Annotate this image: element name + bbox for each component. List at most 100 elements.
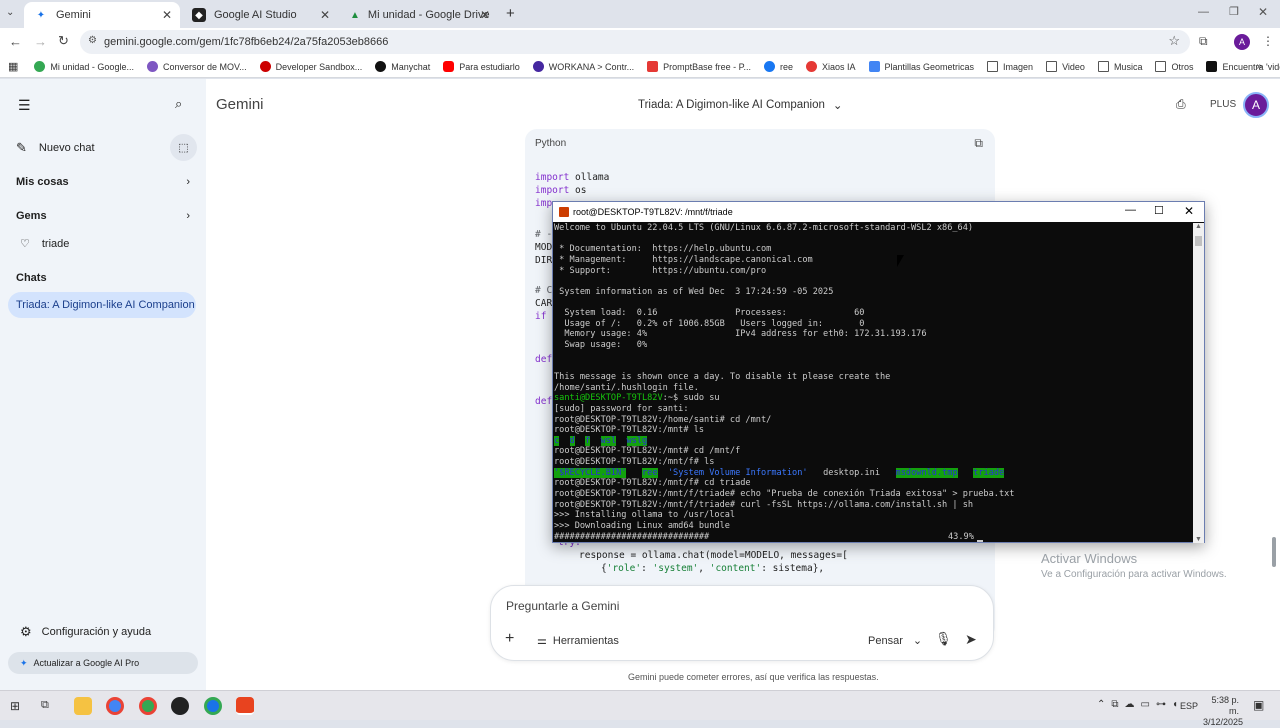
hamburger-menu-icon[interactable]: ☰ bbox=[18, 97, 31, 114]
menu-icon[interactable]: ⋮ bbox=[1262, 34, 1274, 48]
bookmarks-bar: ▦ Mi unidad - Google... Conversor de MOV… bbox=[0, 56, 1280, 78]
converter-icon bbox=[146, 61, 158, 72]
bookmark-item[interactable]: WORKANA > Contr... bbox=[532, 61, 634, 72]
bookmark-item[interactable]: Encuentra 'videos te... bbox=[1206, 61, 1280, 72]
scroll-thumb[interactable] bbox=[1195, 236, 1202, 246]
bookmark-folder[interactable]: Musica bbox=[1097, 61, 1142, 72]
terminal-scrollbar[interactable]: ▲ ▼ bbox=[1193, 223, 1204, 543]
terminal-output[interactable]: Welcome to Ubuntu 22.04.5 LTS (GNU/Linux… bbox=[553, 223, 1194, 543]
close-icon[interactable]: ✕ bbox=[1184, 204, 1194, 218]
tools-button[interactable]: ⚌ Herramientas bbox=[537, 634, 619, 648]
add-attachment-button[interactable]: + bbox=[505, 630, 514, 648]
chrome-profile-icon[interactable] bbox=[139, 697, 157, 715]
close-window-button[interactable]: ✕ bbox=[1258, 5, 1268, 19]
bookmark-folder[interactable]: Imagen bbox=[987, 61, 1033, 72]
progress-percent: 43.9% bbox=[948, 531, 974, 542]
minimize-window-button[interactable]: — bbox=[1198, 6, 1209, 18]
my-stuff-item[interactable]: Mis cosas › bbox=[16, 176, 190, 188]
back-icon[interactable]: ← bbox=[9, 34, 22, 49]
conversation-title-dropdown[interactable]: Triada: A Digimon-like AI Companion ⌄ bbox=[638, 98, 843, 112]
tray-icons[interactable]: ⌃⧉☁▭⊶◖ bbox=[1097, 699, 1184, 710]
task-view-icon[interactable]: ⧉ bbox=[41, 699, 49, 712]
clock[interactable]: 5:38 p. m. 3/12/2025 bbox=[1203, 695, 1243, 728]
bookmark-star-icon[interactable]: ☆ bbox=[1168, 33, 1180, 49]
terminal-app-icon[interactable] bbox=[236, 697, 254, 715]
bookmark-item[interactable]: Manychat bbox=[375, 61, 430, 72]
tab-drive[interactable]: ▲ Mi unidad - Google Drive ✕ bbox=[340, 2, 498, 28]
forward-icon[interactable]: → bbox=[34, 34, 47, 49]
facebook-icon bbox=[763, 61, 775, 72]
microphone-icon[interactable]: 🎙 bbox=[935, 631, 952, 647]
ls-dir: '$RECYCLE.BIN' bbox=[554, 467, 627, 478]
bookmark-item[interactable]: PromptBase free - P... bbox=[647, 61, 751, 72]
upgrade-button[interactable]: ✦ Actualizar a Google AI Pro bbox=[8, 652, 198, 674]
scroll-up-icon[interactable]: ▲ bbox=[1193, 223, 1204, 230]
restore-window-button[interactable]: ❐ bbox=[1229, 5, 1239, 18]
bookmark-label: Xiaos IA bbox=[821, 61, 856, 72]
terminal-line: root@DESKTOP-T9TL82V:/mnt/f/triade# curl… bbox=[554, 499, 974, 510]
close-icon[interactable]: ✕ bbox=[320, 8, 330, 22]
maximize-icon[interactable]: ☐ bbox=[1154, 204, 1164, 217]
terminal-line: This message is shown once a day. To dis… bbox=[554, 371, 891, 382]
bookmark-item[interactable]: Xiaos IA bbox=[805, 61, 856, 72]
minimize-icon[interactable]: — bbox=[1125, 204, 1136, 216]
github-icon[interactable] bbox=[171, 697, 189, 715]
print-icon[interactable]: ⎙ bbox=[1176, 97, 1186, 112]
bookmark-item[interactable]: Plantillas Geometricas bbox=[868, 61, 974, 72]
close-icon[interactable]: ✕ bbox=[480, 8, 490, 22]
search-icon[interactable]: ⌕ bbox=[175, 96, 182, 112]
site-info-icon[interactable]: ⚙ bbox=[88, 35, 97, 46]
ls-dir: d bbox=[569, 435, 575, 446]
settings-help-item[interactable]: ⚙ Configuración y ayuda bbox=[20, 624, 151, 640]
scroll-down-icon[interactable]: ▼ bbox=[1193, 536, 1204, 543]
terminal-window[interactable]: root@DESKTOP-T9TL82V: /mnt/f/triade — ☐ … bbox=[552, 201, 1205, 543]
app-title: Gemini bbox=[216, 96, 264, 113]
language-indicator[interactable]: ESP bbox=[1180, 701, 1198, 711]
notifications-icon[interactable]: ▣ bbox=[1253, 698, 1264, 712]
windows-start-icon[interactable]: ⊞ bbox=[10, 699, 20, 713]
bookmark-item[interactable]: Para estudiarlo bbox=[443, 61, 520, 72]
prompt-input[interactable]: Preguntarle a Gemini bbox=[506, 599, 976, 617]
more-bookmarks-icon[interactable]: » bbox=[1256, 61, 1262, 72]
url-input[interactable]: ⚙ gemini.google.com/gem/1fc78fb6eb24/2a7… bbox=[80, 30, 1190, 54]
reload-icon[interactable]: ↻ bbox=[58, 33, 69, 49]
temp-chat-icon[interactable]: ⬚ bbox=[170, 134, 197, 161]
code-line: import ollama bbox=[535, 172, 610, 183]
apps-icon[interactable]: ▦ bbox=[8, 60, 18, 73]
mode-dropdown[interactable]: Pensar ⌄ bbox=[868, 634, 922, 648]
xiaos-icon bbox=[805, 61, 817, 72]
file-explorer-icon[interactable] bbox=[74, 697, 92, 715]
terminal-line: root@DESKTOP-T9TL82V:/mnt/f# ls bbox=[554, 457, 715, 468]
bookmark-folder[interactable]: Otros bbox=[1155, 61, 1193, 72]
chrome-icon[interactable] bbox=[106, 697, 124, 715]
bookmark-item[interactable]: ree bbox=[763, 61, 793, 72]
bookmark-item[interactable]: Mi unidad - Google... bbox=[34, 61, 134, 72]
close-icon[interactable]: ✕ bbox=[162, 8, 172, 22]
tab-ai-studio[interactable]: ◆ Google AI Studio ✕ bbox=[182, 2, 338, 28]
chats-heading: Chats bbox=[16, 272, 47, 284]
page-scrollbar[interactable] bbox=[1272, 537, 1276, 567]
tab-search-button[interactable]: ⌄ bbox=[6, 7, 14, 18]
taskbar: ⊞ ⧉ ⌃⧉☁▭⊶◖ ESP 5:38 p. m. 3/12/2025 ▣ bbox=[0, 690, 1280, 727]
ls-dir: wsl bbox=[600, 435, 617, 446]
extensions-icon[interactable]: ⧉ bbox=[1199, 34, 1208, 49]
manychat-icon bbox=[375, 61, 387, 72]
user-avatar[interactable]: A bbox=[1243, 92, 1269, 118]
bookmark-item[interactable]: Developer Sandbox... bbox=[259, 61, 362, 72]
bookmark-item[interactable]: Conversor de MOV... bbox=[146, 61, 247, 72]
tab-gemini[interactable]: ✦ Gemini ✕ bbox=[24, 2, 180, 28]
chrome-alt-icon[interactable] bbox=[204, 697, 222, 715]
bookmark-folder[interactable]: Video bbox=[1046, 61, 1085, 72]
copy-icon[interactable]: ⧉ bbox=[974, 136, 983, 151]
new-tab-button[interactable]: + bbox=[506, 5, 515, 22]
chat-item-active[interactable]: Triada: A Digimon-like AI Companion bbox=[8, 292, 196, 318]
terminal-titlebar[interactable]: root@DESKTOP-T9TL82V: /mnt/f/triade — ☐ … bbox=[553, 202, 1204, 222]
gem-item-triade[interactable]: ♡ triade bbox=[20, 237, 69, 251]
send-icon[interactable]: ➤ bbox=[965, 631, 977, 648]
bookmark-label: PromptBase free - P... bbox=[663, 61, 751, 72]
gems-label: Gems bbox=[16, 210, 47, 222]
youtube-icon bbox=[443, 61, 455, 72]
new-chat-button[interactable]: ✎ Nuevo chat bbox=[16, 140, 95, 156]
profile-avatar[interactable]: A bbox=[1234, 34, 1250, 50]
gems-item[interactable]: Gems › bbox=[16, 210, 190, 222]
